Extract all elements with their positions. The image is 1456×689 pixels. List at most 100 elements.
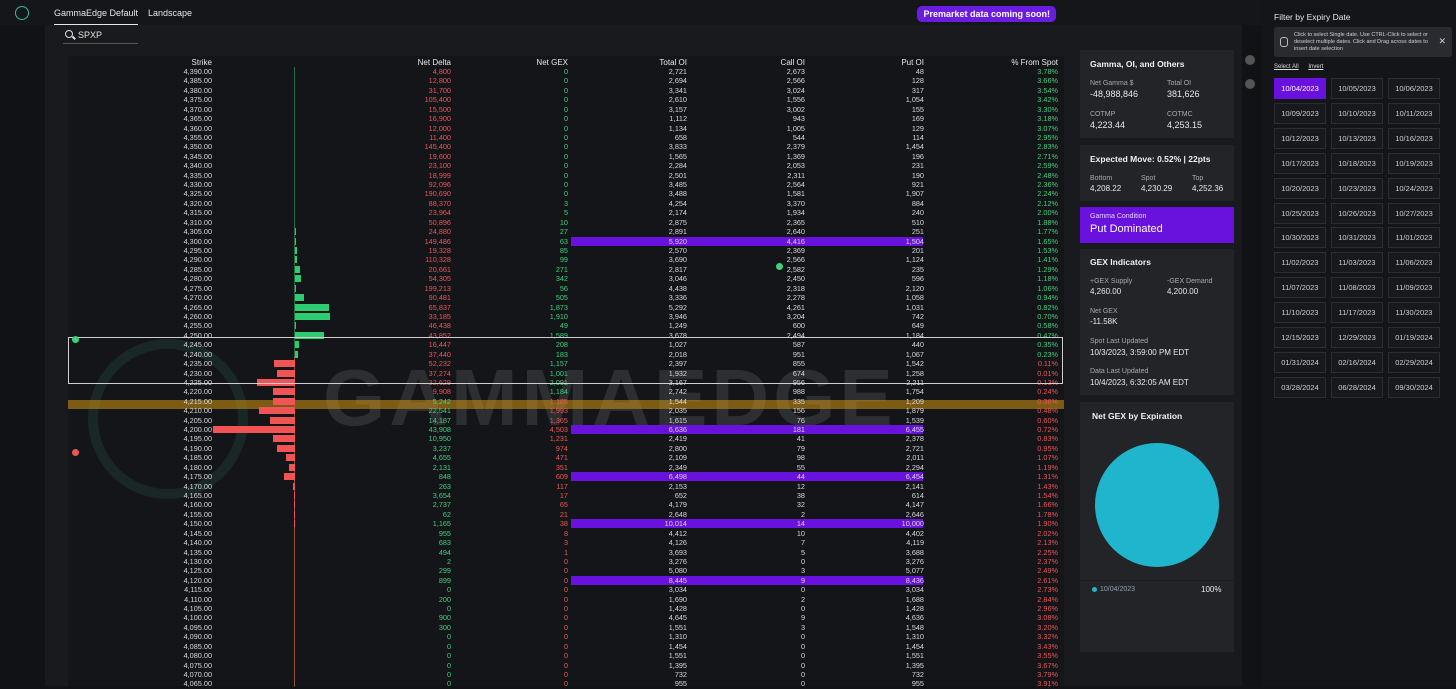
- expiry-date-button[interactable]: 10/16/2023: [1388, 127, 1440, 149]
- table-row[interactable]: 4,125.00 299 0 5,080 3 5,077 2.49%: [68, 566, 1064, 575]
- table-row[interactable]: 4,330.00 92,096 0 3,485 2,564 921 2.36%: [68, 180, 1064, 189]
- table-row[interactable]: 4,085.00 0 0 1,454 0 1,454 3.43%: [68, 642, 1064, 651]
- table-row[interactable]: 4,310.00 50,896 10 2,875 2,365 510 1.88%: [68, 218, 1064, 227]
- table-row[interactable]: 4,320.00 88,370 3 4,254 3,370 884 2.12%: [68, 199, 1064, 208]
- expiry-date-button[interactable]: 10/25/2023: [1274, 202, 1326, 224]
- table-row[interactable]: 4,210.00 22,541 1,993 2,035 156 1,879 0.48%: [68, 406, 1064, 415]
- table-row[interactable]: 4,220.00 9,908 1,184 2,742 988 1,754 0.24%: [68, 387, 1064, 396]
- expiry-date-button[interactable]: 11/01/2023: [1388, 227, 1440, 249]
- table-row[interactable]: 4,130.00 2 0 3,276 0 3,276 2.37%: [68, 557, 1064, 566]
- expiry-date-button[interactable]: 11/08/2023: [1331, 277, 1383, 299]
- invert-link[interactable]: Invert: [1308, 64, 1323, 70]
- expiry-date-button[interactable]: 02/29/2024: [1388, 351, 1440, 373]
- table-row[interactable]: 4,270.00 90,481 505 3,336 2,278 1,058 0.94%: [68, 293, 1064, 302]
- table-row[interactable]: 4,380.00 31,700 0 3,341 3,024 317 3.54%: [68, 86, 1064, 95]
- expiry-date-button[interactable]: 11/10/2023: [1274, 302, 1326, 324]
- table-row[interactable]: 4,090.00 0 0 1,310 0 1,310 3.32%: [68, 632, 1064, 641]
- table-row[interactable]: 4,275.00 199,213 56 4,438 2,318 2,120 1.06%: [68, 284, 1064, 293]
- expiry-date-button[interactable]: 10/11/2023: [1388, 102, 1440, 124]
- table-row[interactable]: 4,080.00 0 0 1,551 0 1,551 3.55%: [68, 651, 1064, 660]
- table-row[interactable]: 4,345.00 19,600 0 1,565 1,369 196 2.71%: [68, 152, 1064, 161]
- table-row[interactable]: 4,070.00 0 0 732 0 732 3.79%: [68, 670, 1064, 679]
- expiry-date-button[interactable]: 12/29/2023: [1331, 327, 1383, 348]
- expiry-date-button[interactable]: 02/16/2024: [1331, 351, 1383, 373]
- expiry-date-button[interactable]: 12/15/2023: [1274, 327, 1326, 348]
- expiry-date-button[interactable]: 11/03/2023: [1331, 252, 1383, 274]
- expiry-date-button[interactable]: 10/20/2023: [1274, 177, 1326, 199]
- expiry-date-button[interactable]: 10/17/2023: [1274, 152, 1326, 174]
- expiry-date-button[interactable]: 11/09/2023: [1388, 277, 1440, 299]
- table-row[interactable]: 4,315.00 23,964 5 2,174 1,934 240 2.00%: [68, 208, 1064, 217]
- table-row[interactable]: 4,120.00 899 0 8,445 9 8,436 2.61%: [68, 575, 1064, 585]
- col-put-oi[interactable]: Put OI: [901, 58, 924, 67]
- table-row[interactable]: 4,115.00 0 0 3,034 0 3,034 2.73%: [68, 585, 1064, 594]
- table-row[interactable]: 4,180.00 2,131 351 2,349 55 2,294 1.19%: [68, 463, 1064, 472]
- expiry-date-button[interactable]: 01/19/2024: [1388, 327, 1440, 348]
- table-row[interactable]: 4,295.00 19,328 85 2,570 2,369 201 1.53%: [68, 246, 1064, 255]
- table-row[interactable]: 4,215.00 5,242 1,185 1,544 335 1,209 0.36%: [68, 397, 1064, 406]
- expiry-date-button[interactable]: 09/30/2024: [1388, 376, 1440, 398]
- table-row[interactable]: 4,165.00 3,654 17 652 38 614 1.54%: [68, 491, 1064, 500]
- table-row[interactable]: 4,075.00 0 0 1,395 0 1,395 3.67%: [68, 661, 1064, 670]
- table-row[interactable]: 4,190.00 3,237 974 2,800 79 2,721 0.95%: [68, 444, 1064, 453]
- expiry-date-button[interactable]: 10/19/2023: [1388, 152, 1440, 174]
- pie-chart[interactable]: [1094, 442, 1220, 568]
- table-row[interactable]: 4,255.00 46,438 49 1,249 600 649 0.58%: [68, 321, 1064, 330]
- table-row[interactable]: 4,375.00 105,400 0 2,610 1,556 1,054 3.42%: [68, 95, 1064, 104]
- table-row[interactable]: 4,135.00 494 1 3,693 5 3,688 2.25%: [68, 548, 1064, 557]
- expiry-date-button[interactable]: 11/17/2023: [1331, 302, 1383, 324]
- table-row[interactable]: 4,350.00 145,400 0 3,833 2,379 1,454 2.83%: [68, 142, 1064, 151]
- expiry-date-button[interactable]: 01/31/2024: [1274, 351, 1326, 373]
- gammaedge-logo-icon[interactable]: [15, 6, 29, 20]
- table-row[interactable]: 4,340.00 23,100 0 2,284 2,053 231 2.59%: [68, 161, 1064, 170]
- expiry-date-button[interactable]: 10/27/2023: [1388, 202, 1440, 224]
- expiry-date-button[interactable]: 10/13/2023: [1331, 127, 1383, 149]
- table-row[interactable]: 4,355.00 11,400 0 658 544 114 2.95%: [68, 133, 1064, 142]
- table-row[interactable]: 4,265.00 65,837 1,873 5,292 4,261 1,031 0.82%: [68, 303, 1064, 312]
- table-row[interactable]: 4,150.00 1,165 38 10,014 14 10,000 1.90%: [68, 519, 1064, 529]
- table-row[interactable]: 4,305.00 24,880 27 2,891 2,640 251 1.77%: [68, 227, 1064, 236]
- expiry-date-button[interactable]: 10/09/2023: [1274, 102, 1326, 124]
- table-row[interactable]: 4,155.00 62 21 2,648 2 2,646 1.78%: [68, 510, 1064, 519]
- table-row[interactable]: 4,200.00 43,908 4,503 6,636 181 6,455 0.72%: [68, 425, 1064, 435]
- tab-gammaedge-default[interactable]: GammaEdge Default: [54, 8, 139, 26]
- expiry-date-button[interactable]: 11/02/2023: [1274, 252, 1326, 274]
- table-row[interactable]: 4,205.00 14,187 1,365 1,615 76 1,539 0.60%: [68, 416, 1064, 425]
- col-net-delta[interactable]: Net Delta: [418, 58, 451, 67]
- expiry-date-button[interactable]: 11/30/2023: [1388, 302, 1440, 324]
- col-total-oi[interactable]: Total OI: [659, 58, 687, 67]
- table-row[interactable]: 4,065.00 0 0 955 0 955 3.91%: [68, 679, 1064, 688]
- table-row[interactable]: 4,175.00 848 609 6,498 44 6,454 1.31%: [68, 472, 1064, 482]
- col-net-gex[interactable]: Net GEX: [536, 58, 568, 67]
- table-row[interactable]: 4,280.00 54,305 342 3,046 2,450 596 1.18%: [68, 274, 1064, 283]
- expand-icon[interactable]: [1245, 55, 1255, 65]
- expiry-date-button[interactable]: 10/26/2023: [1331, 202, 1383, 224]
- expiry-date-button[interactable]: 06/28/2024: [1331, 376, 1383, 398]
- expiry-date-button[interactable]: 11/06/2023: [1388, 252, 1440, 274]
- camera-icon[interactable]: [1245, 79, 1255, 89]
- table-row[interactable]: 4,300.00 149,486 63 5,920 4,416 1,504 1.65%: [68, 236, 1064, 246]
- table-row[interactable]: 4,160.00 2,737 65 4,179 32 4,147 1.66%: [68, 500, 1064, 509]
- table-row[interactable]: 4,105.00 0 0 1,428 0 1,428 2.96%: [68, 604, 1064, 613]
- table-row[interactable]: 4,325.00 190,690 0 3,488 1,581 1,907 2.24%: [68, 189, 1064, 198]
- expiry-date-button[interactable]: 10/31/2023: [1331, 227, 1383, 249]
- expiry-date-button[interactable]: 11/07/2023: [1274, 277, 1326, 299]
- close-icon[interactable]: ✕: [1438, 36, 1446, 47]
- table-row[interactable]: 4,140.00 683 3 4,126 7 4,119 2.13%: [68, 538, 1064, 547]
- table-row[interactable]: 4,260.00 33,185 1,910 3,946 3,204 742 0.70%: [68, 312, 1064, 321]
- expiry-date-button[interactable]: 10/10/2023: [1331, 102, 1383, 124]
- table-row[interactable]: 4,385.00 12,800 0 2,694 2,566 128 3.66%: [68, 76, 1064, 85]
- col-strike[interactable]: Strike: [192, 58, 212, 67]
- table-row[interactable]: 4,110.00 200 0 1,690 2 1,688 2.84%: [68, 595, 1064, 604]
- select-all-link[interactable]: Select All: [1274, 64, 1299, 70]
- table-row[interactable]: 4,370.00 15,500 0 3,157 3,002 155 3.30%: [68, 105, 1064, 114]
- col-call-oi[interactable]: Call OI: [781, 58, 805, 67]
- expiry-date-button[interactable]: 03/28/2024: [1274, 376, 1326, 398]
- expiry-date-button[interactable]: 10/04/2023: [1274, 78, 1326, 99]
- table-row[interactable]: 4,335.00 18,999 0 2,501 2,311 190 2.48%: [68, 171, 1064, 180]
- table-row[interactable]: 4,170.00 263 117 2,153 12 2,141 1.43%: [68, 482, 1064, 491]
- ticker-search[interactable]: SPXP: [63, 28, 138, 44]
- col-pct-from-spot[interactable]: % From Spot: [1011, 58, 1058, 67]
- tab-landscape[interactable]: Landscape: [148, 8, 192, 18]
- search-input[interactable]: SPXP: [78, 30, 102, 40]
